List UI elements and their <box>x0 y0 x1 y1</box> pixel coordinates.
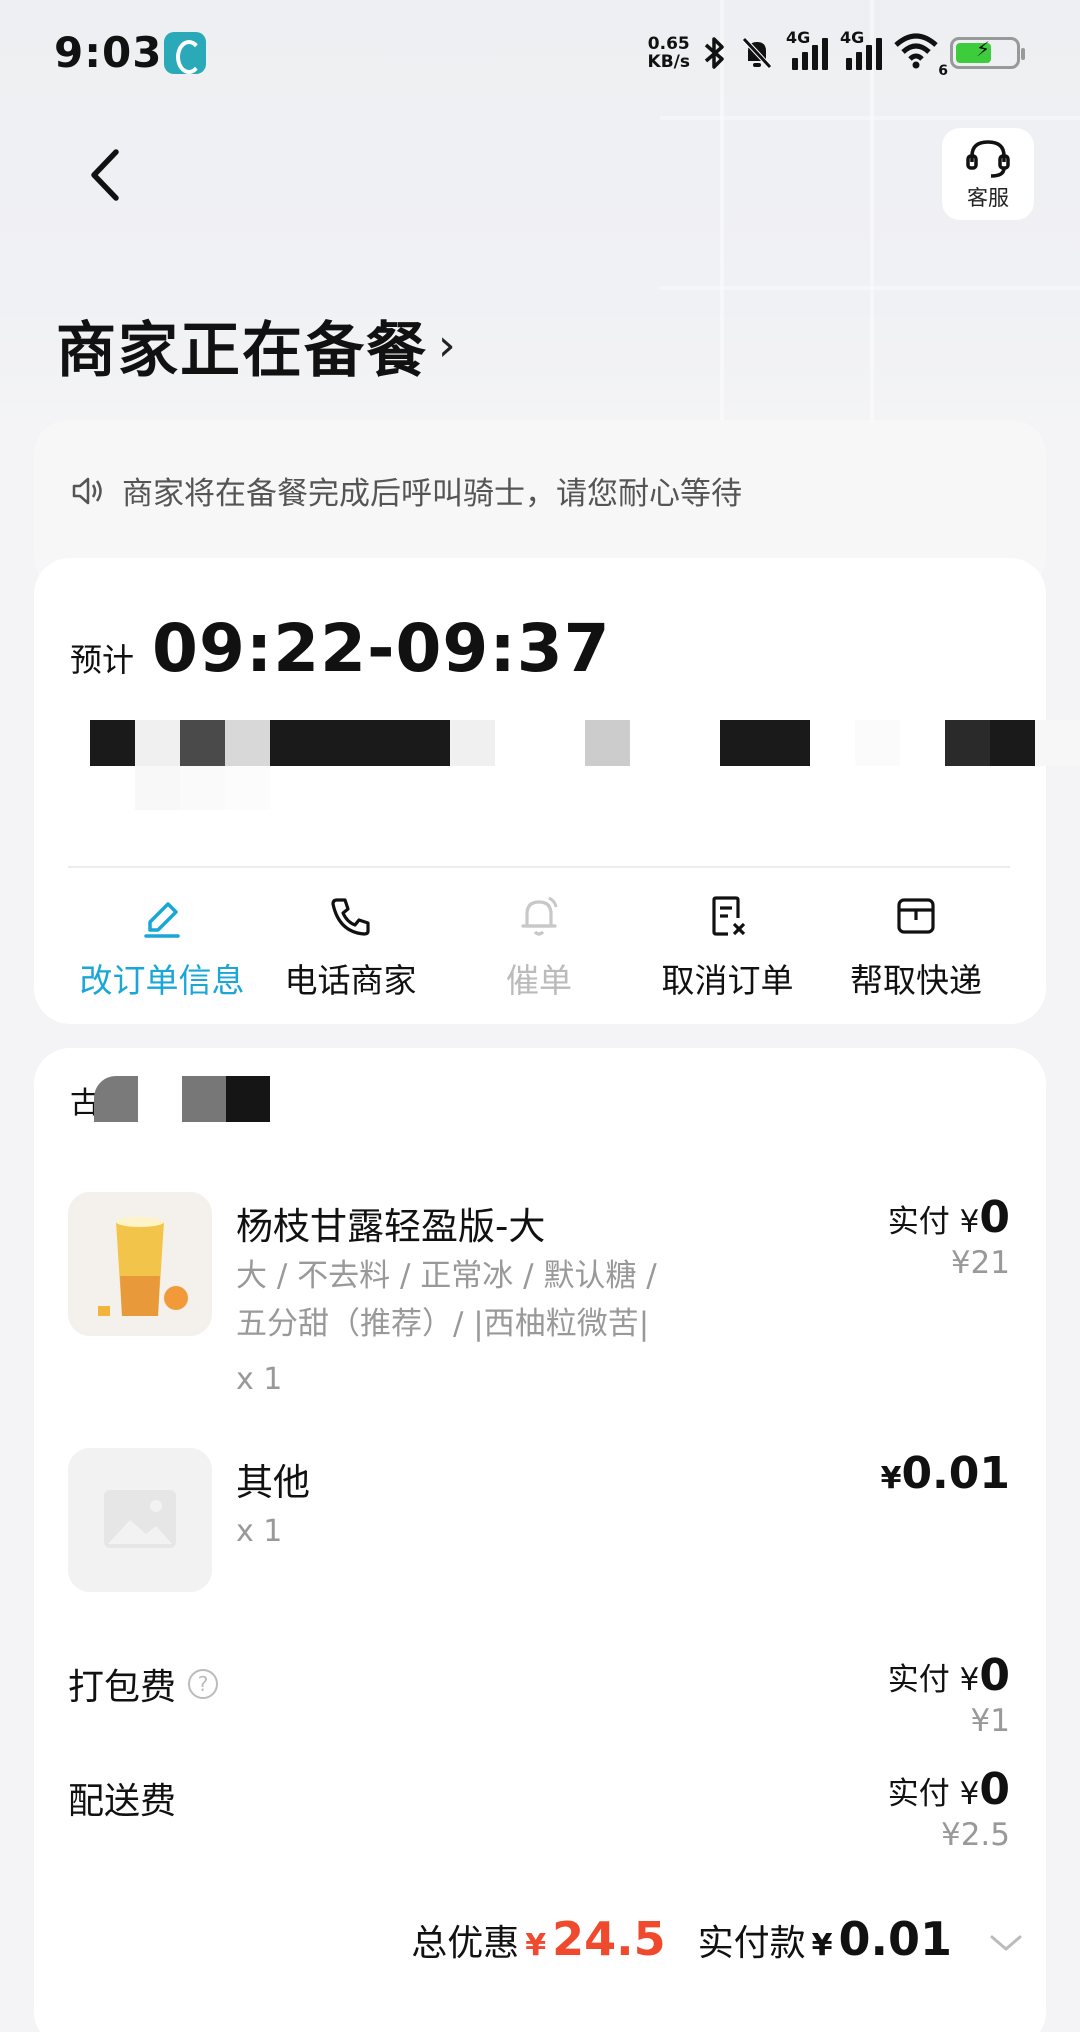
eta-time-range: 09:22-09:37 <box>152 610 611 687</box>
paid-label: 实付 ¥ <box>887 1662 980 1698</box>
redacted-address <box>90 720 1080 766</box>
redacted-address-line2 <box>135 766 270 810</box>
eta-row: 预计 09:22-09:37 <box>70 610 611 687</box>
phone-icon <box>330 898 370 936</box>
store-name[interactable]: 古 <box>70 1076 270 1122</box>
urge-order-button[interactable]: 催单 <box>445 892 633 1002</box>
fetch-parcel-label: 帮取快递 <box>850 961 982 1000</box>
customer-service-button[interactable]: 客服 <box>942 128 1034 220</box>
cancel-order-label: 取消订单 <box>661 961 794 1000</box>
edit-icon <box>144 902 180 938</box>
page-title: 商家正在备餐 <box>56 316 428 386</box>
status-icons: 0.65 KB/s 4G 4G 6 <box>648 28 1025 79</box>
edit-order-button[interactable]: 改订单信息 <box>68 892 256 1002</box>
image-placeholder-icon <box>68 1448 212 1592</box>
item-name: 其他 <box>236 1461 310 1504</box>
paid-total-value: 0.01 <box>838 1912 953 1966</box>
discount-value: 24.5 <box>552 1912 666 1966</box>
price-value: 0.01 <box>901 1448 1010 1499</box>
delivery-fee-label: 配送费 <box>68 1781 177 1822</box>
packing-fee-label: 打包费 <box>68 1667 177 1708</box>
price-yen: ¥ <box>880 1461 902 1496</box>
item-quantity: x 1 <box>236 1514 283 1549</box>
paid-total-yen: ¥ <box>811 1928 833 1963</box>
help-icon[interactable]: ? <box>188 1669 219 1699</box>
original-price: ¥21 <box>950 1245 1010 1281</box>
order-item[interactable]: 其他 x 1 ¥0.01 <box>68 1448 1010 1598</box>
discount-yen: ¥ <box>525 1928 547 1963</box>
cancel-order-button[interactable]: 取消订单 <box>634 892 822 1002</box>
speaker-icon <box>72 477 102 504</box>
call-merchant-label: 电话商家 <box>284 961 417 1000</box>
edit-order-label: 改订单信息 <box>79 961 245 1000</box>
notice-text: 商家将在备餐完成后呼叫骑士，请您耐心等待 <box>122 476 742 512</box>
status-time: 9:03 <box>54 28 163 77</box>
item-specs: 大 / 不去料 / 正常冰 / 默认糖 / 五分甜（推荐）/ |西柚粒微苦| <box>236 1252 736 1348</box>
chevron-left-icon <box>91 149 119 201</box>
package-icon <box>897 898 935 934</box>
wifi-icon: 6 <box>894 33 948 79</box>
chevron-right-icon: › <box>438 320 458 371</box>
wifi-label: 6 <box>938 63 948 79</box>
packing-fee-price: 实付 ¥0 ¥1 <box>888 1650 1010 1739</box>
original-price: ¥1 <box>970 1703 1010 1739</box>
cellular-signal-2-icon: 4G <box>840 28 882 70</box>
call-merchant-button[interactable]: 电话商家 <box>257 892 445 1002</box>
item-quantity: x 1 <box>236 1362 283 1397</box>
paid-value: 0 <box>979 1650 1010 1701</box>
placeholder-image <box>68 1448 212 1592</box>
original-price: ¥2.5 <box>940 1817 1010 1853</box>
order-item[interactable]: 杨枝甘露轻盈版-大 大 / 不去料 / 正常冰 / 默认糖 / 五分甜（推荐）/… <box>68 1192 1010 1412</box>
paid-value: 0 <box>979 1192 1010 1243</box>
delivery-fee-price: 实付 ¥0 ¥2.5 <box>888 1764 1010 1853</box>
headset-icon <box>966 140 1010 178</box>
battery-icon <box>950 37 1025 69</box>
order-actions: 改订单信息 电话商家 催单 取消订单 帮取快递 <box>68 892 1010 1002</box>
signal-2-label: 4G <box>840 28 865 47</box>
item-specs-line-2: 五分甜（推荐）/ |西柚粒微苦| <box>236 1306 650 1342</box>
network-speed-value: 0.65 <box>647 34 690 54</box>
redacted-store-name <box>94 1076 270 1122</box>
order-status-title[interactable]: 商家正在备餐 › <box>56 302 458 389</box>
status-bar: 9:03 0.65 KB/s 4G 4G 6 <box>0 0 1080 110</box>
bell-icon <box>521 896 558 936</box>
discount-label: 总优惠 <box>411 1923 520 1964</box>
packing-fee-row: 打包费 ? 实付 ¥0 ¥1 <box>68 1650 1010 1740</box>
order-total-row[interactable]: 总优惠 ¥ 24.5 实付款 ¥ 0.01 <box>411 1912 1024 1966</box>
paid-label: 实付 ¥ <box>887 1776 980 1812</box>
divider <box>68 866 1010 868</box>
chevron-down-icon[interactable] <box>988 1931 1024 1955</box>
item-price: ¥0.01 <box>881 1448 1010 1499</box>
customer-service-label: 客服 <box>967 186 1009 210</box>
bluetooth-icon <box>704 37 724 69</box>
network-speed-unit: KB/s <box>647 52 690 72</box>
signal-1-label: 4G <box>786 28 811 47</box>
mute-bell-icon <box>742 37 772 69</box>
notice-row: 商家将在备餐完成后呼叫骑士，请您耐心等待 <box>68 468 742 513</box>
fetch-parcel-button[interactable]: 帮取快递 <box>822 892 1010 1002</box>
cancel-order-icon <box>711 896 745 936</box>
item-specs-line-1: 大 / 不去料 / 正常冰 / 默认糖 / <box>236 1258 657 1294</box>
paid-total-label: 实付款 <box>697 1923 806 1964</box>
eta-label: 预计 <box>70 641 135 679</box>
back-button[interactable] <box>80 140 140 210</box>
paid-label: 实付 ¥ <box>887 1204 980 1240</box>
network-speed: 0.65 KB/s <box>648 35 690 71</box>
item-price: 实付 ¥0 ¥21 <box>888 1192 1010 1281</box>
urge-order-label: 催单 <box>506 961 572 1000</box>
cellular-signal-1-icon: 4G <box>786 28 828 70</box>
product-image <box>68 1192 212 1336</box>
item-name: 杨枝甘露轻盈版-大 <box>236 1205 546 1248</box>
paid-value: 0 <box>979 1764 1010 1815</box>
delivery-fee-row: 配送费 实付 ¥0 ¥2.5 <box>68 1764 1010 1854</box>
app-notification-icon <box>164 32 206 74</box>
